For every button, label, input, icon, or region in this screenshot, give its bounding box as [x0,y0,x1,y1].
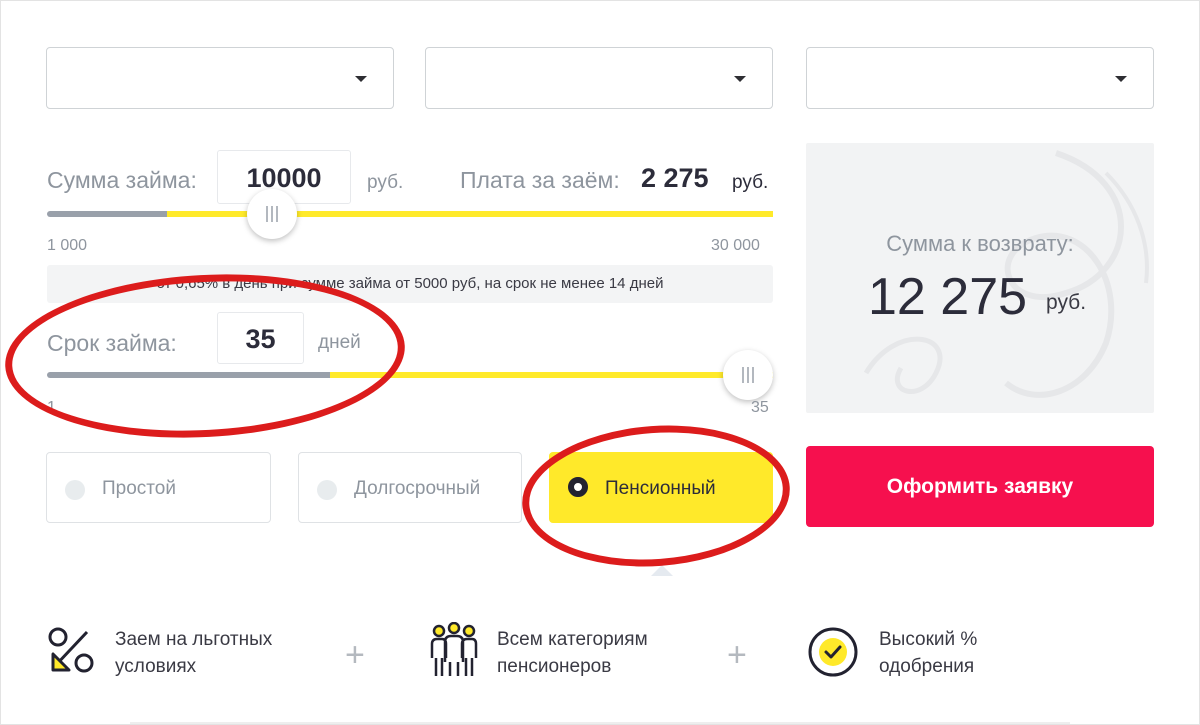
fee-value: 2 275 [641,163,709,193]
tab-simple[interactable]: Простой [46,452,271,523]
fee-label: Плата за заём: [460,167,620,193]
tab-label: Долгосрочный [354,478,481,499]
term-unit: дней [318,332,361,353]
repayment-value: 12 275 [868,268,1028,326]
feature-line: Высокий % [879,629,978,650]
repayment-summary: Сумма к возврату: 12 275 руб. [806,143,1154,413]
term-label: Срок займа: [47,330,177,356]
tab-label: Простой [102,478,176,499]
rate-note: от 0,65% в день при сумме займа от 5000 … [47,265,773,303]
tab-label: Пенсионный [605,478,716,499]
radio-icon [65,480,85,500]
select-dropdown-2[interactable] [425,47,773,109]
plus-icon: + [727,636,747,674]
term-slider-filled [47,372,330,378]
grip-icon [276,206,278,222]
feature-line: одобрения [879,656,975,677]
grip-icon [752,367,754,383]
tab-pension[interactable]: Пенсионный [549,452,773,523]
amount-unit: руб. [367,172,404,193]
feature-line: Всем категориям [497,629,648,650]
fee-unit: руб. [732,172,769,193]
amount-slider-filled [47,211,167,217]
amount-min: 1 000 [47,237,88,254]
feature-line: Заем на льготных [115,629,273,650]
grip-icon [747,367,749,383]
amount-slider-track[interactable] [47,211,773,217]
caret-down-icon [734,76,746,82]
radio-icon [317,480,337,500]
radio-selected-icon [568,477,588,497]
grip-icon [742,367,744,383]
term-input[interactable]: 35 [217,312,304,364]
term-max: 35 [751,399,769,416]
amount-label: Сумма займа: [47,167,197,193]
caret-down-icon [355,76,367,82]
repayment-label: Сумма к возврату: [886,231,1074,256]
select-dropdown-3[interactable] [806,47,1154,109]
term-slider-remaining [330,372,773,378]
caret-down-icon [1115,76,1127,82]
people-group-icon [430,622,478,676]
term-min: 1 [47,399,56,416]
grip-icon [271,206,273,222]
select-dropdown-1[interactable] [46,47,394,109]
percent-discount-icon [48,627,94,673]
feature-line: условиях [115,656,197,677]
active-tab-pointer-icon [651,565,673,576]
repayment-unit: руб. [1046,291,1087,314]
divider [130,722,1070,724]
term-slider-track[interactable] [47,372,773,378]
plus-icon: + [345,636,365,674]
feature-line: пенсионеров [497,656,612,677]
check-circle-icon [808,627,858,677]
amount-max: 30 000 [711,237,760,254]
amount-slider-handle[interactable] [247,189,297,239]
term-slider-handle[interactable] [723,350,773,400]
submit-application-button[interactable]: Оформить заявку [806,446,1154,527]
tab-long-term[interactable]: Долгосрочный [298,452,522,523]
grip-icon [266,206,268,222]
